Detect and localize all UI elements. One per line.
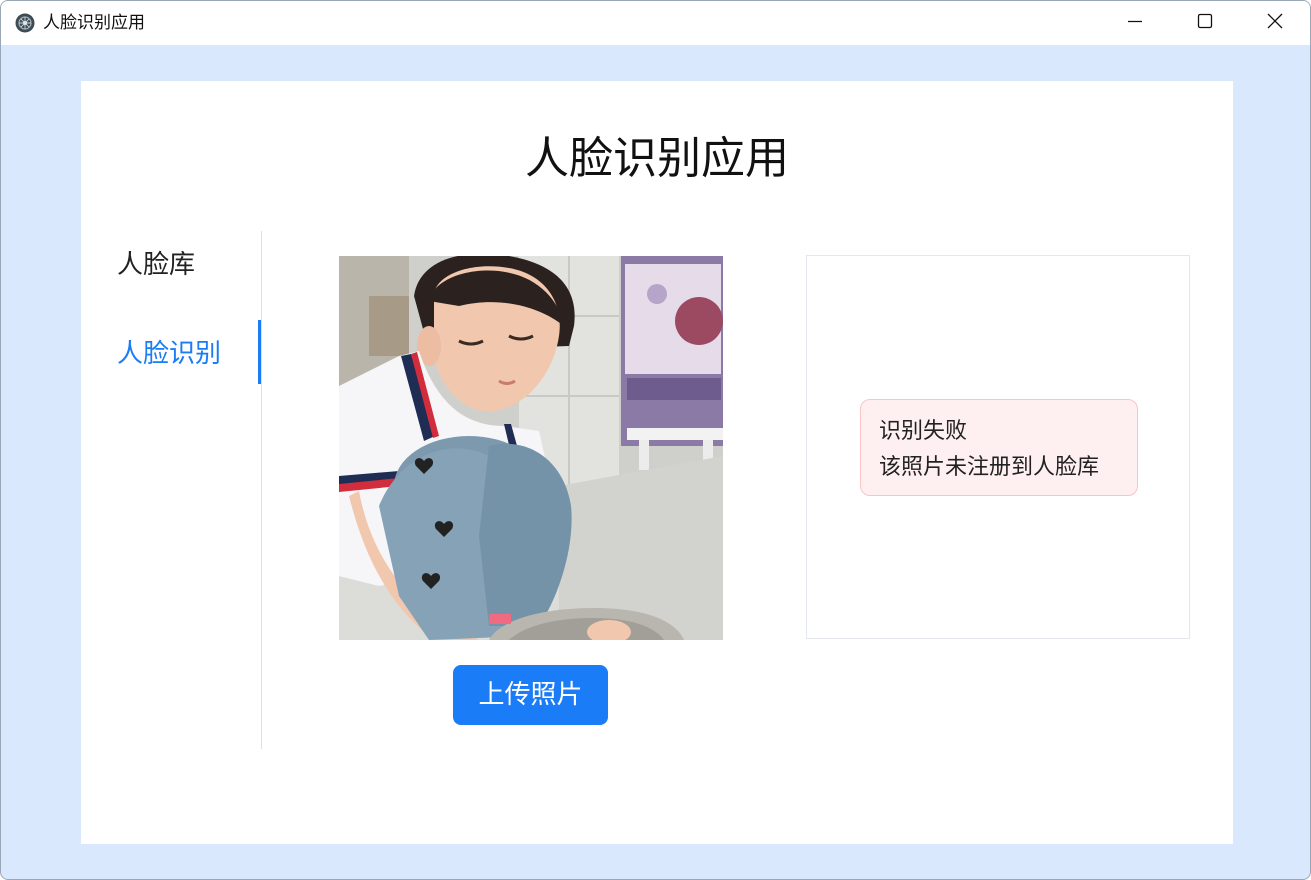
- page-title: 人脸识别应用: [525, 133, 789, 184]
- alert-title: 识别失败: [879, 419, 968, 444]
- alert-message: 该照片未注册到人脸库: [879, 455, 1100, 480]
- window-title: 人脸识别应用: [43, 13, 145, 33]
- error-alert: 识别失败 该照片未注册到人脸库: [860, 399, 1138, 496]
- sidebar-item-face-library[interactable]: 人脸库: [117, 247, 195, 283]
- sidebar-item-face-recognition[interactable]: 人脸识别: [117, 336, 221, 372]
- uploaded-photo: [339, 256, 723, 640]
- minimize-icon: [1127, 13, 1143, 33]
- app-logo-icon: [15, 13, 35, 33]
- sidebar-menu: 人脸库 人脸识别: [81, 231, 262, 749]
- maximize-button[interactable]: [1170, 1, 1240, 45]
- title-bar[interactable]: 人脸识别应用: [1, 1, 1310, 45]
- close-button[interactable]: [1240, 1, 1310, 45]
- active-indicator: [258, 320, 261, 384]
- minimize-button[interactable]: [1100, 1, 1170, 45]
- main-card: 人脸识别应用 人脸库 人脸识别 上传照片 识别失败 该照片未注册到人脸库: [81, 81, 1233, 844]
- maximize-icon: [1197, 13, 1213, 33]
- close-icon: [1267, 13, 1283, 33]
- app-window: 人脸识别应用 人脸识别应用 人脸库 人脸识别 上传照片 识别失败 该照片未注册到…: [0, 0, 1311, 880]
- result-panel: 识别失败 该照片未注册到人脸库: [806, 255, 1190, 639]
- upload-photo-button[interactable]: 上传照片: [453, 665, 608, 725]
